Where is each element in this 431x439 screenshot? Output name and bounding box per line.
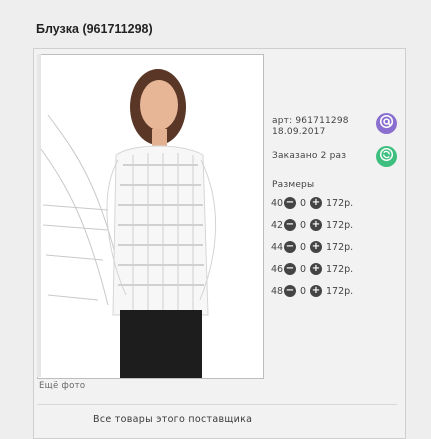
size-row: 42 − 0 + 172р. bbox=[271, 218, 353, 232]
size-price: 172р. bbox=[326, 241, 354, 253]
size-label: 40 bbox=[271, 197, 284, 209]
supplier-items-link[interactable]: Все товары этого поставщика bbox=[93, 414, 252, 425]
plus-icon[interactable]: + bbox=[310, 197, 322, 209]
plus-icon[interactable]: + bbox=[310, 263, 322, 275]
size-label: 44 bbox=[271, 241, 284, 253]
minus-icon[interactable]: − bbox=[284, 263, 296, 275]
plus-icon[interactable]: + bbox=[310, 241, 322, 253]
size-quantity[interactable]: 0 bbox=[296, 220, 310, 231]
minus-icon[interactable]: − bbox=[284, 197, 296, 209]
order-count: Заказано 2 раз bbox=[272, 151, 347, 161]
size-label: 48 bbox=[271, 285, 284, 297]
size-label: 42 bbox=[271, 219, 284, 231]
size-row: 44 − 0 + 172р. bbox=[271, 240, 353, 254]
minus-icon[interactable]: − bbox=[284, 241, 296, 253]
product-photo[interactable] bbox=[37, 54, 264, 379]
size-price: 172р. bbox=[326, 263, 354, 275]
more-photos-link[interactable]: Ещё фото bbox=[39, 381, 85, 391]
minus-icon[interactable]: − bbox=[284, 285, 296, 297]
product-date: 18.09.2017 bbox=[272, 127, 326, 137]
sizes-heading: Размеры bbox=[272, 180, 315, 190]
size-quantity[interactable]: 0 bbox=[296, 198, 310, 209]
plus-icon[interactable]: + bbox=[310, 219, 322, 231]
plus-icon[interactable]: + bbox=[310, 285, 322, 297]
product-photo-image bbox=[38, 55, 263, 378]
size-row: 46 − 0 + 172р. bbox=[271, 262, 353, 276]
size-price: 172р. bbox=[326, 219, 354, 231]
at-symbol-button[interactable] bbox=[376, 113, 397, 134]
size-quantity[interactable]: 0 bbox=[296, 242, 310, 253]
product-title: Блузка (961711298) bbox=[36, 22, 153, 36]
minus-icon[interactable]: − bbox=[284, 219, 296, 231]
size-quantity[interactable]: 0 bbox=[296, 264, 310, 275]
product-sku: арт: 961711298 bbox=[272, 116, 349, 126]
size-price: 172р. bbox=[326, 285, 354, 297]
size-label: 46 bbox=[271, 263, 284, 275]
size-price: 172р. bbox=[326, 197, 354, 209]
refresh-button[interactable] bbox=[376, 146, 397, 167]
photo-edge bbox=[37, 54, 41, 377]
size-row: 48 − 0 + 172р. bbox=[271, 284, 353, 298]
divider bbox=[37, 404, 397, 405]
size-row: 40 − 0 + 172р. bbox=[271, 196, 353, 210]
at-symbol-icon bbox=[379, 114, 394, 133]
refresh-icon bbox=[379, 147, 394, 166]
size-quantity[interactable]: 0 bbox=[296, 286, 310, 297]
